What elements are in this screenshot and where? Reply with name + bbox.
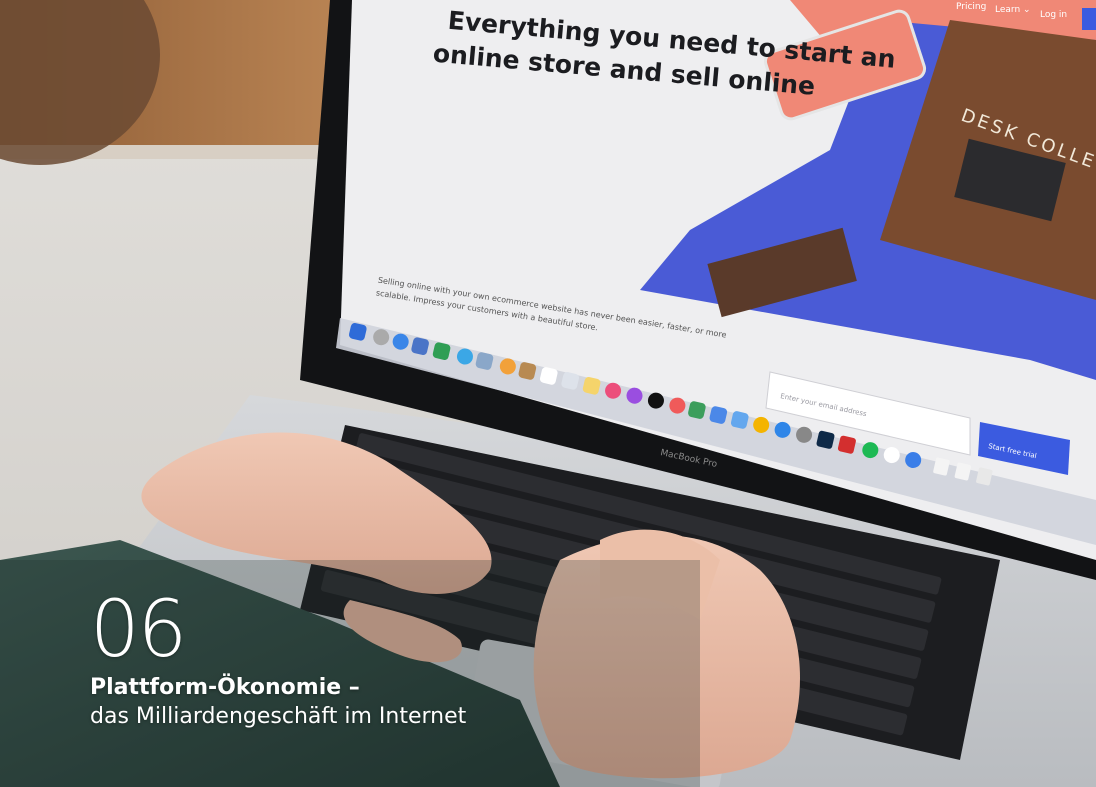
chapter-overlay: 06 Plattform-Ökonomie – das Milliardenge… xyxy=(90,590,466,732)
chapter-title: Plattform-Ökonomie – xyxy=(90,675,360,700)
chapter-subtitle: das Milliardengeschäft im Internet xyxy=(90,704,467,729)
chapter-number: 06 xyxy=(90,585,187,675)
nav-cta-button[interactable] xyxy=(1082,8,1096,30)
nav-login[interactable]: Log in xyxy=(1040,10,1067,20)
nav-pricing[interactable]: Pricing xyxy=(956,2,986,12)
nav-learn[interactable]: Learn ⌄ xyxy=(995,5,1031,15)
